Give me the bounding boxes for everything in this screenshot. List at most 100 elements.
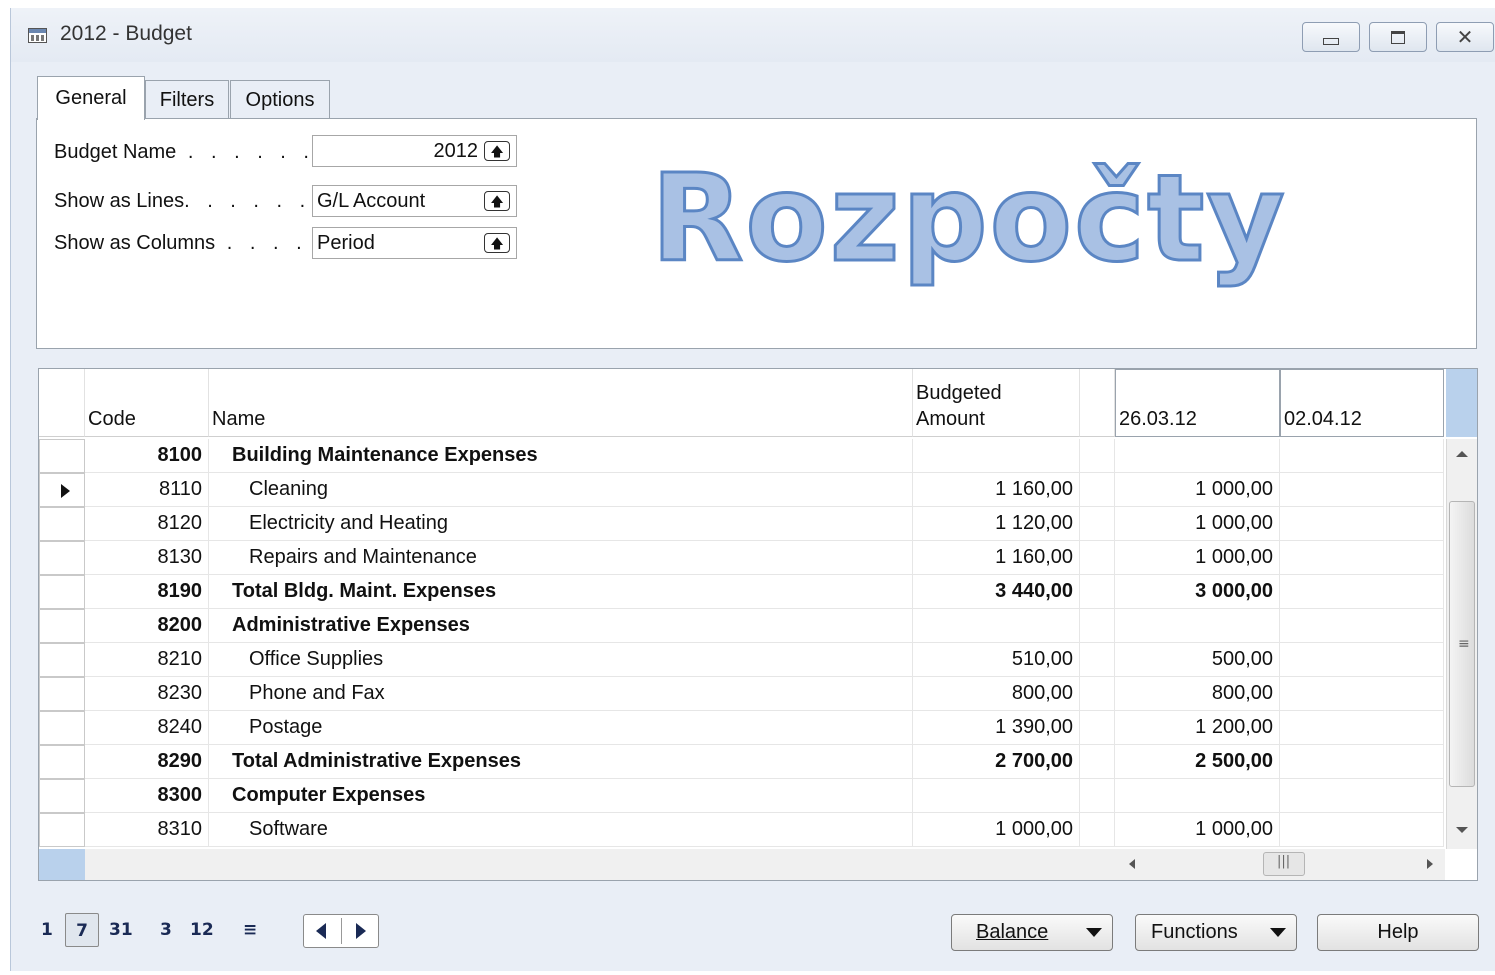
code-cell[interactable]: 8120 [85, 507, 209, 541]
pager-item-7-selected[interactable]: 7 [65, 913, 99, 947]
period-1-cell[interactable]: 500,00 [1115, 643, 1280, 677]
row-selector[interactable] [39, 813, 85, 847]
code-cell[interactable]: 8310 [85, 813, 209, 847]
name-cell[interactable]: Cleaning [209, 473, 913, 507]
budgeted-amount-cell[interactable]: 510,00 [913, 643, 1080, 677]
period-1-cell[interactable]: 1 000,00 [1115, 541, 1280, 575]
period-1-cell[interactable]: 1 000,00 [1115, 813, 1280, 847]
spacer-cell[interactable] [1080, 439, 1115, 473]
code-cell[interactable]: 8200 [85, 609, 209, 643]
horizontal-scroll-thumb[interactable]: ||| [1263, 852, 1305, 876]
budgeted-amount-cell[interactable]: 3 440,00 [913, 575, 1080, 609]
budgeted-amount-cell[interactable]: 800,00 [913, 677, 1080, 711]
period-2-cell[interactable] [1280, 813, 1444, 847]
lookup-arrow-icon[interactable]: 🡅 [484, 191, 510, 211]
budgeted-amount-cell[interactable]: 1 160,00 [913, 473, 1080, 507]
row-selector[interactable] [39, 643, 85, 677]
period-1-cell[interactable]: 1 000,00 [1115, 507, 1280, 541]
period-1-cell[interactable]: 3 000,00 [1115, 575, 1280, 609]
name-cell[interactable]: Building Maintenance Expenses [209, 439, 913, 473]
row-selector[interactable] [39, 541, 85, 575]
period-2-cell[interactable] [1280, 439, 1444, 473]
row-selector[interactable] [39, 711, 85, 745]
period-1-cell[interactable]: 800,00 [1115, 677, 1280, 711]
budgeted-amount-cell[interactable]: 1 160,00 [913, 541, 1080, 575]
table-row[interactable]: 8190 Total Bldg. Maint. Expenses 3 440,00 3… [39, 575, 1444, 609]
row-selector[interactable] [39, 779, 85, 813]
period-1-cell[interactable] [1115, 609, 1280, 643]
name-cell[interactable]: Total Administrative Expenses [209, 745, 913, 779]
period-2-cell[interactable] [1280, 711, 1444, 745]
period-1-cell[interactable]: 1 000,00 [1115, 473, 1280, 507]
row-selector[interactable] [39, 439, 85, 473]
table-row[interactable]: 8120 Electricity and Heating 1 120,00 1 000… [39, 507, 1444, 541]
name-cell[interactable]: Electricity and Heating [209, 507, 913, 541]
spacer-cell[interactable] [1080, 745, 1115, 779]
name-cell[interactable]: Phone and Fax [209, 677, 913, 711]
row-selector[interactable] [39, 507, 85, 541]
spacer-cell[interactable] [1080, 779, 1115, 813]
row-selector[interactable] [39, 473, 85, 507]
spacer-cell[interactable] [1080, 507, 1115, 541]
spacer-cell[interactable] [1080, 643, 1115, 677]
period-1-cell[interactable] [1115, 439, 1280, 473]
show-as-lines-field[interactable]: G/L Account 🡅 [312, 185, 517, 217]
period-1-cell[interactable]: 1 200,00 [1115, 711, 1280, 745]
budgeted-amount-cell[interactable]: 1 000,00 [913, 813, 1080, 847]
row-selector[interactable] [39, 575, 85, 609]
budgeted-amount-cell[interactable]: 1 390,00 [913, 711, 1080, 745]
name-cell[interactable]: Total Bldg. Maint. Expenses [209, 575, 913, 609]
header-col-26-03-12[interactable]: 26.03.12 [1115, 369, 1280, 437]
budgeted-amount-cell[interactable] [913, 779, 1080, 813]
spacer-cell[interactable] [1080, 575, 1115, 609]
vertical-scrollbar[interactable]: ≡ [1446, 439, 1477, 849]
name-cell[interactable]: Office Supplies [209, 643, 913, 677]
table-row[interactable]: 8110 Cleaning 1 160,00 1 000,00 [39, 473, 1444, 507]
scroll-left-icon[interactable] [1129, 859, 1135, 869]
period-1-cell[interactable]: 2 500,00 [1115, 745, 1280, 779]
table-row[interactable]: 8230 Phone and Fax 800,00 800,00 [39, 677, 1444, 711]
header-budgeted-amount[interactable]: Budgeted Amount [913, 369, 1080, 437]
budgeted-amount-cell[interactable]: 1 120,00 [913, 507, 1080, 541]
period-2-cell[interactable] [1280, 575, 1444, 609]
spacer-cell[interactable] [1080, 711, 1115, 745]
pager-item-12[interactable]: 12 [190, 913, 214, 947]
code-cell[interactable]: 8110 [85, 473, 209, 507]
tab-filters[interactable]: Filters [145, 80, 229, 119]
table-row[interactable]: 8290 Total Administrative Expenses 2 700,0… [39, 745, 1444, 779]
tab-options[interactable]: Options [230, 80, 330, 119]
name-cell[interactable]: Repairs and Maintenance [209, 541, 913, 575]
code-cell[interactable]: 8190 [85, 575, 209, 609]
table-row[interactable]: 8310 Software 1 000,00 1 000,00 [39, 813, 1444, 847]
lookup-arrow-icon[interactable]: 🡅 [484, 233, 510, 253]
pager-item-31[interactable]: 31 [109, 913, 133, 947]
period-2-cell[interactable] [1280, 609, 1444, 643]
budgeted-amount-cell[interactable]: 2 700,00 [913, 745, 1080, 779]
period-2-cell[interactable] [1280, 745, 1444, 779]
period-2-cell[interactable] [1280, 643, 1444, 677]
budgeted-amount-cell[interactable] [913, 609, 1080, 643]
period-1-cell[interactable] [1115, 779, 1280, 813]
spacer-cell[interactable] [1080, 541, 1115, 575]
name-cell[interactable]: Software [209, 813, 913, 847]
maximize-button[interactable] [1369, 22, 1427, 52]
table-row[interactable]: 8200 Administrative Expenses [39, 609, 1444, 643]
spacer-cell[interactable] [1080, 609, 1115, 643]
minimize-button[interactable] [1302, 22, 1360, 52]
table-row[interactable]: 8300 Computer Expenses [39, 779, 1444, 813]
close-button[interactable]: ✕ [1436, 22, 1494, 52]
code-cell[interactable]: 8240 [85, 711, 209, 745]
code-cell[interactable]: 8130 [85, 541, 209, 575]
pager-item-3[interactable]: 3 [160, 913, 172, 947]
name-cell[interactable]: Postage [209, 711, 913, 745]
table-row[interactable]: 8130 Repairs and Maintenance 1 160,00 1 000… [39, 541, 1444, 575]
code-cell[interactable]: 8230 [85, 677, 209, 711]
lookup-arrow-icon[interactable]: 🡅 [484, 141, 510, 161]
code-cell[interactable]: 8100 [85, 439, 209, 473]
period-2-cell[interactable] [1280, 473, 1444, 507]
help-button[interactable]: Help [1317, 914, 1479, 951]
spacer-cell[interactable] [1080, 677, 1115, 711]
tab-general[interactable]: General [37, 76, 145, 120]
budgeted-amount-cell[interactable] [913, 439, 1080, 473]
header-col-02-04-12[interactable]: 02.04.12 [1280, 369, 1444, 437]
